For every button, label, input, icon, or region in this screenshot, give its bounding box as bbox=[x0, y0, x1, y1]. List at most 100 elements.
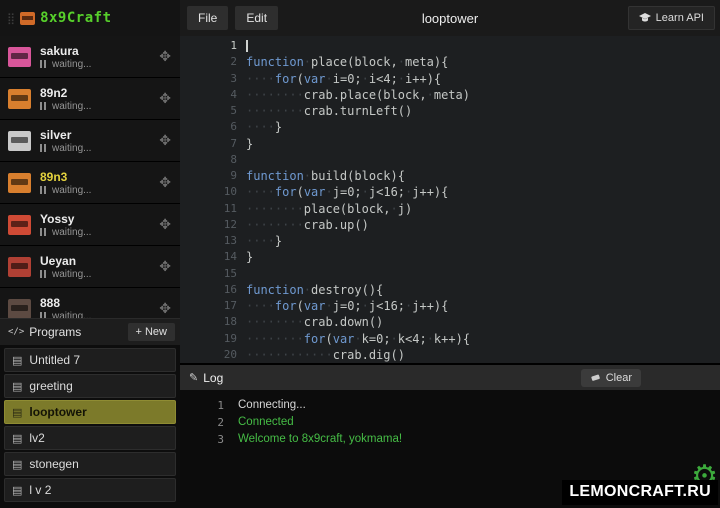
player-item[interactable]: sakurawaiting...✥ bbox=[0, 36, 180, 78]
learn-api-label: Learn API bbox=[656, 12, 704, 24]
program-item[interactable]: ▤greeting bbox=[4, 374, 176, 398]
code-token: ( bbox=[297, 72, 304, 86]
code-line[interactable]: 19········for(var·k=0;·k<4;·k++){ bbox=[180, 331, 720, 347]
log-line-number: 1 bbox=[180, 397, 224, 414]
code-text: } bbox=[246, 249, 253, 265]
code-line[interactable]: 13····} bbox=[180, 233, 720, 249]
program-item[interactable]: ▤l v 2 bbox=[4, 478, 176, 502]
code-editor[interactable]: 12function·place(block,·meta){3····for(v… bbox=[180, 36, 720, 363]
player-info: 888waiting... bbox=[40, 296, 159, 319]
whitespace-dots: ············ bbox=[246, 348, 333, 362]
code-token: ( bbox=[297, 299, 304, 313]
whitespace-dots: ········ bbox=[246, 88, 304, 102]
file-menu-button[interactable]: File bbox=[187, 6, 228, 30]
whitespace-dots: · bbox=[304, 169, 311, 183]
code-line[interactable]: 7} bbox=[180, 136, 720, 152]
line-number: 10 bbox=[180, 184, 246, 200]
code-line[interactable]: 9function·build(block){ bbox=[180, 168, 720, 184]
code-line[interactable]: 12········crab.up() bbox=[180, 217, 720, 233]
code-text: ········for(var·k=0;·k<4;·k++){ bbox=[246, 331, 470, 347]
code-line[interactable]: 20············crab.dig() bbox=[180, 347, 720, 363]
code-line[interactable]: 14} bbox=[180, 249, 720, 265]
code-line[interactable]: 2function·place(block,·meta){ bbox=[180, 54, 720, 70]
player-status: waiting... bbox=[40, 59, 159, 70]
code-line[interactable]: 6····} bbox=[180, 119, 720, 135]
program-item[interactable]: ▤looptower bbox=[4, 400, 176, 424]
move-icon[interactable]: ✥ bbox=[159, 49, 171, 65]
move-icon[interactable]: ✥ bbox=[159, 91, 171, 107]
whitespace-dots: ········ bbox=[246, 332, 304, 346]
log-message: Welcome to 8x9craft, yokmama! bbox=[238, 431, 402, 448]
player-name: 89n2 bbox=[40, 86, 159, 100]
line-number: 1 bbox=[180, 38, 246, 54]
code-line[interactable]: 8 bbox=[180, 152, 720, 168]
player-item[interactable]: silverwaiting...✥ bbox=[0, 120, 180, 162]
program-item[interactable]: ▤stonegen bbox=[4, 452, 176, 476]
whitespace-dots: · bbox=[362, 72, 369, 86]
whitespace-dots: ········ bbox=[246, 104, 304, 118]
code-line[interactable]: 17····for(var·j=0;·j<16;·j++){ bbox=[180, 298, 720, 314]
code-line[interactable]: 5········crab.turnLeft() bbox=[180, 103, 720, 119]
player-list: sakurawaiting...✥89n2waiting...✥silverwa… bbox=[0, 36, 180, 318]
file-icon: ▤ bbox=[12, 354, 22, 367]
player-status: waiting... bbox=[40, 143, 159, 154]
player-status: waiting... bbox=[40, 227, 159, 238]
program-name: stonegen bbox=[29, 457, 78, 471]
code-line[interactable]: 1 bbox=[180, 38, 720, 54]
line-number: 18 bbox=[180, 314, 246, 330]
line-number: 8 bbox=[180, 152, 246, 168]
player-item[interactable]: Yossywaiting...✥ bbox=[0, 204, 180, 246]
code-line[interactable]: 10····for(var·j=0;·j<16;·j++){ bbox=[180, 184, 720, 200]
logo-area: ⣿ 8x9Craft bbox=[0, 0, 180, 36]
code-token: crab.turnLeft() bbox=[304, 104, 412, 118]
code-line[interactable]: 11········place(block,·j) bbox=[180, 201, 720, 217]
code-token: for bbox=[275, 72, 297, 86]
code-token: j<16; bbox=[369, 299, 405, 313]
player-item[interactable]: Ueyanwaiting...✥ bbox=[0, 246, 180, 288]
player-item[interactable]: 888waiting...✥ bbox=[0, 288, 180, 318]
line-number: 13 bbox=[180, 233, 246, 249]
code-token: destroy(){ bbox=[311, 283, 383, 297]
code-line[interactable]: 18········crab.down() bbox=[180, 314, 720, 330]
line-number: 12 bbox=[180, 217, 246, 233]
player-status: waiting... bbox=[40, 269, 159, 280]
player-info: sakurawaiting... bbox=[40, 44, 159, 70]
code-line[interactable]: 16function·destroy(){ bbox=[180, 282, 720, 298]
clear-log-button[interactable]: Clear bbox=[581, 369, 641, 387]
graduation-cap-icon bbox=[639, 13, 651, 23]
line-number: 7 bbox=[180, 136, 246, 152]
player-avatar-visor bbox=[11, 221, 28, 227]
player-avatar-visor bbox=[11, 53, 28, 59]
watermark: LEMONCRAFT.RU bbox=[562, 480, 718, 505]
edit-menu-button[interactable]: Edit bbox=[235, 6, 278, 30]
whitespace-dots: · bbox=[427, 88, 434, 102]
whitespace-dots: · bbox=[326, 299, 333, 313]
new-program-button[interactable]: + New bbox=[128, 323, 176, 341]
code-text: ····for(var·j=0;·j<16;·j++){ bbox=[246, 298, 448, 314]
player-avatar bbox=[8, 89, 31, 109]
move-icon[interactable]: ✥ bbox=[159, 133, 171, 149]
program-item[interactable]: ▤lv2 bbox=[4, 426, 176, 450]
code-text: ········crab.turnLeft() bbox=[246, 103, 412, 119]
pause-icon bbox=[40, 186, 42, 194]
learn-api-button[interactable]: Learn API bbox=[628, 6, 715, 30]
player-item[interactable]: 89n3waiting...✥ bbox=[0, 162, 180, 204]
log-entry: 3Welcome to 8x9craft, yokmama! bbox=[180, 431, 720, 448]
move-icon[interactable]: ✥ bbox=[159, 259, 171, 275]
program-item[interactable]: ▤Untitled 7 bbox=[4, 348, 176, 372]
move-icon[interactable]: ✥ bbox=[159, 217, 171, 233]
code-text: function·place(block,·meta){ bbox=[246, 54, 448, 70]
top-bar: ⣿ 8x9Craft File Edit looptower Learn API bbox=[0, 0, 720, 36]
move-icon[interactable]: ✥ bbox=[159, 301, 171, 317]
editor-pane: 12function·place(block,·meta){3····for(v… bbox=[180, 36, 720, 508]
code-line[interactable]: 4········crab.place(block,·meta) bbox=[180, 87, 720, 103]
code-line[interactable]: 3····for(var·i=0;·i<4;·i++){ bbox=[180, 71, 720, 87]
player-item[interactable]: 89n2waiting...✥ bbox=[0, 78, 180, 120]
line-number: 14 bbox=[180, 249, 246, 265]
pause-icon bbox=[40, 60, 42, 68]
program-name: greeting bbox=[29, 379, 72, 393]
whitespace-dots: ···· bbox=[246, 72, 275, 86]
move-icon[interactable]: ✥ bbox=[159, 175, 171, 191]
clear-log-label: Clear bbox=[606, 372, 632, 384]
code-line[interactable]: 15 bbox=[180, 266, 720, 282]
